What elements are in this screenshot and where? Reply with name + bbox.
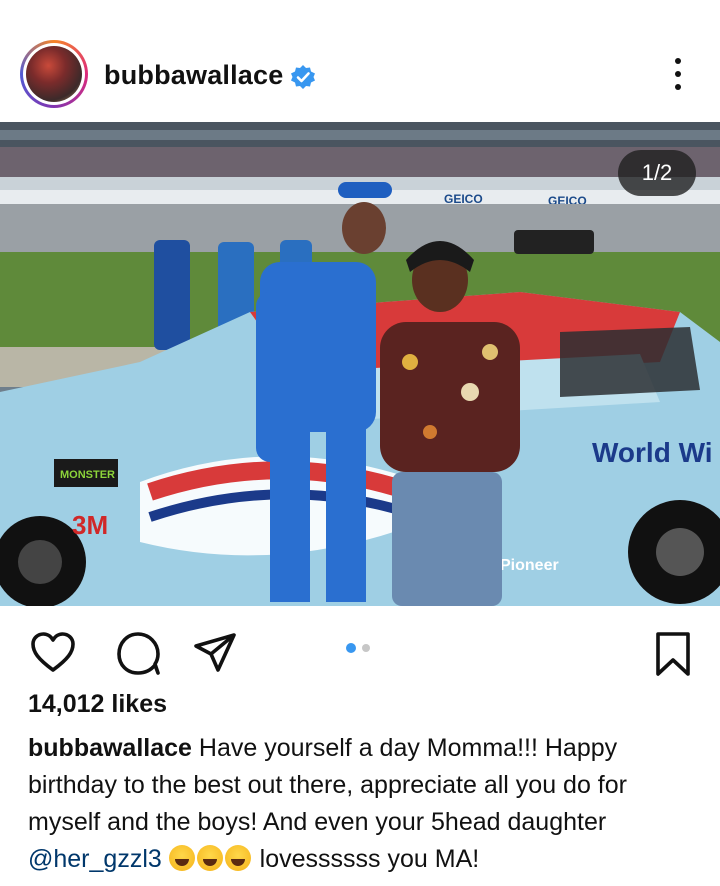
profile-avatar[interactable] [20,40,88,108]
bookmark-icon[interactable] [648,628,698,678]
caption-text-end: lovessssss you MA! [252,845,480,873]
verified-badge-icon [291,65,315,89]
comment-icon[interactable] [114,628,164,678]
mother-jeans [392,472,502,606]
carousel-indicator [346,643,370,653]
photo-illustration: GEICO GEICO World Wi Pioneer 3M MONSTER [0,122,720,606]
car-sponsor-text: Pioneer [500,557,559,574]
heart-icon[interactable] [28,628,78,678]
post-username[interactable]: bubbawallace [104,60,283,91]
mother-blouse [380,322,520,472]
more-dot [675,84,681,90]
image-counter: 1/2 [618,150,696,196]
likes-count[interactable]: 14,012 likes [28,690,167,719]
car-sponsor-text: 3M [72,510,108,540]
crew-member [154,240,190,350]
post-actions [0,606,720,686]
laughing-emoji-icon [196,845,223,871]
carousel-dot-active [346,643,356,653]
post-header: bubbawallace [0,0,720,122]
geico-sign-1: GEICO [444,192,483,206]
more-options-icon[interactable] [664,54,692,94]
laughing-emoji-icon [224,845,251,871]
truck [514,230,594,254]
more-dot [675,58,681,64]
caption-username[interactable]: bubbawallace [28,734,192,762]
share-icon[interactable] [190,628,240,678]
more-dot [675,71,681,77]
driver-head [342,202,386,254]
caption-mention[interactable]: @her_gzzl3 [28,845,162,873]
carousel-dot [362,644,370,652]
laughing-emoji-icon [168,845,195,871]
avatar-inner [23,43,85,105]
avatar-image [26,46,82,102]
post-photo[interactable]: GEICO GEICO World Wi Pioneer 3M MONSTER [0,122,720,606]
car-sponsor-text: World Wi [592,437,713,468]
car-sponsor-text: MONSTER [60,469,115,481]
post-caption: bubbawallace Have yourself a day Momma!!… [28,730,698,878]
